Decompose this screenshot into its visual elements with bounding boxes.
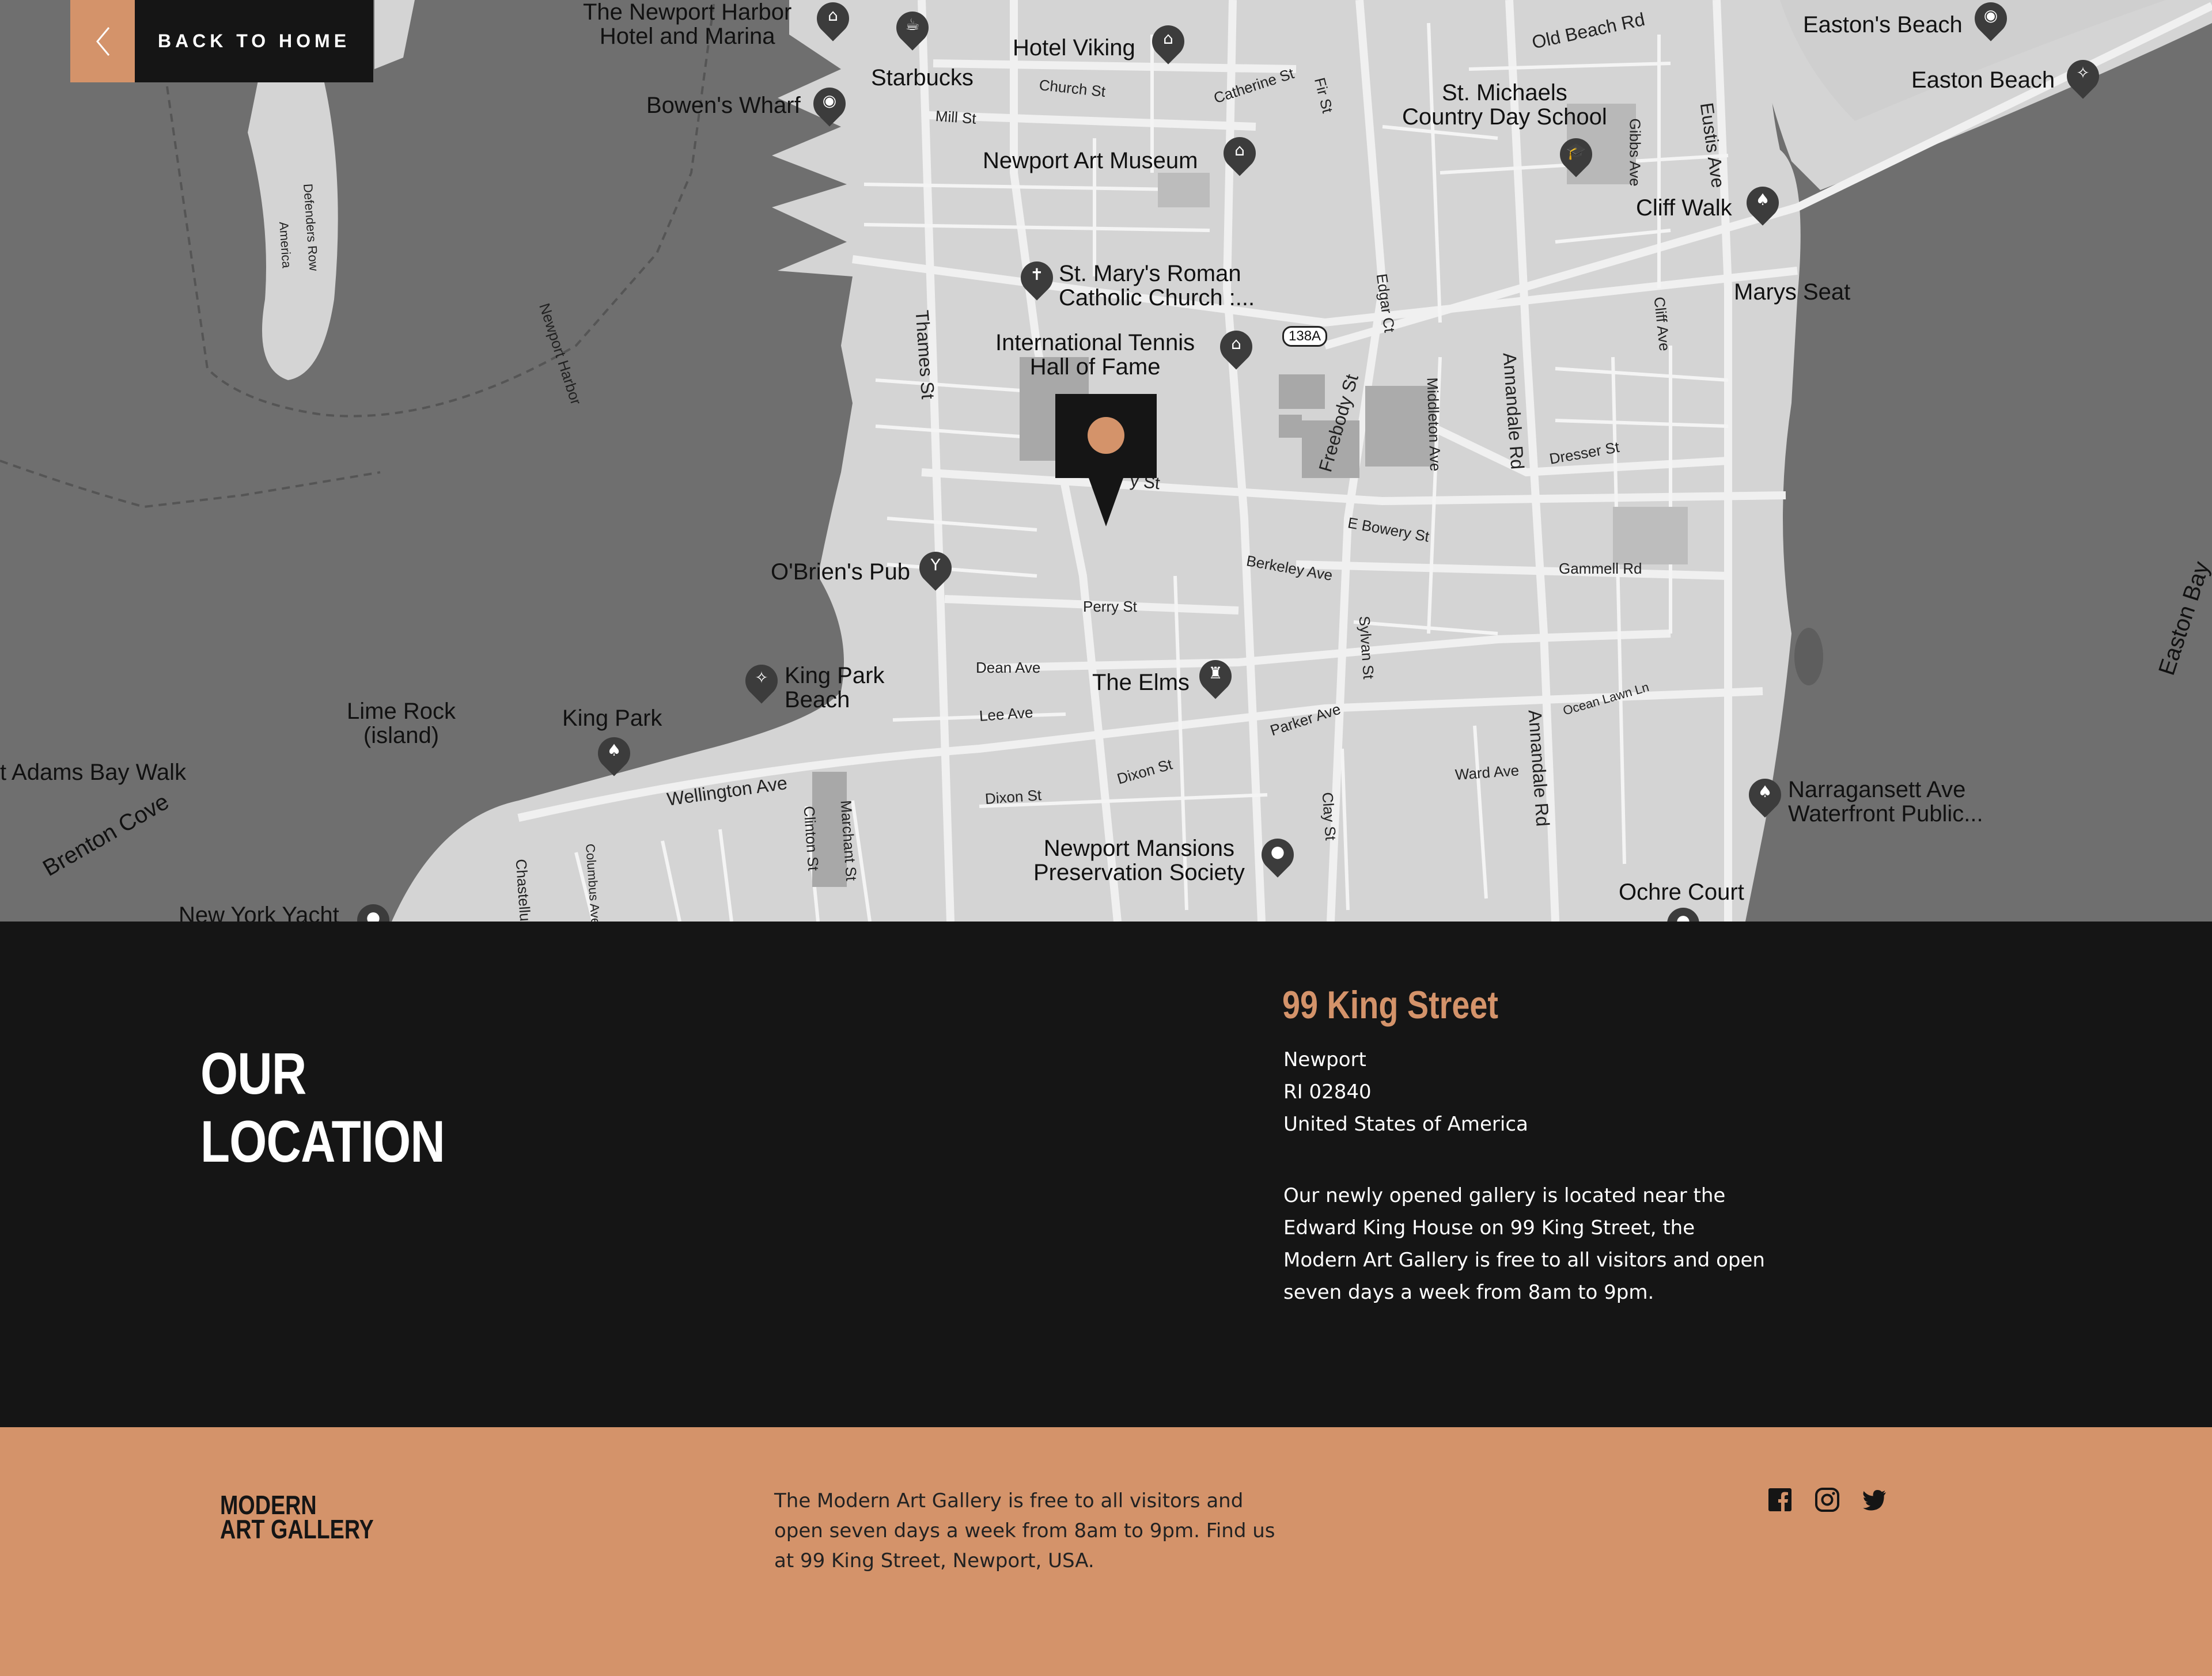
map-label-obriens-pub[interactable]: O'Brien's Pub — [771, 560, 910, 584]
instagram-icon[interactable] — [1815, 1487, 1840, 1512]
map-label-king-park-beach[interactable]: King Park Beach — [785, 663, 884, 712]
street-america: America — [276, 221, 294, 269]
street-gibbs: Gibbs Ave — [1626, 118, 1644, 187]
location-description: Our newly opened gallery is located near… — [1283, 1184, 1765, 1304]
site-footer: MODERN ART GALLERY The Modern Art Galler… — [0, 1427, 2212, 1676]
camera-pin-icon-2[interactable]: ◉ — [1968, 0, 2014, 44]
back-to-home-label: BACK TO HOME — [135, 0, 373, 82]
gallery-location-marker-icon[interactable] — [1055, 394, 1157, 526]
section-title: OUR LOCATION — [200, 1041, 445, 1174]
park-pin-icon-2[interactable]: ♠ — [591, 730, 637, 779]
map-label-mansions[interactable]: Newport Mansions Preservation Society — [1033, 836, 1245, 885]
address-country: United States of America — [1283, 1113, 1528, 1136]
social-links — [1767, 1487, 1887, 1512]
map-label-st-marys[interactable]: St. Mary's Roman Catholic Church :... — [1059, 261, 1255, 310]
map-label-ochre-court[interactable]: Ochre Court — [1619, 880, 1744, 904]
place-pin-icon-2[interactable]: ● — [1660, 901, 1706, 922]
castle-pin-icon[interactable]: ♜ — [1192, 653, 1238, 702]
map-label-easton-beach[interactable]: Easton Beach — [1911, 68, 2055, 92]
back-to-home-button[interactable]: BACK TO HOME — [70, 0, 373, 82]
map-label-bowens-wharf[interactable]: Bowen's Wharf — [646, 93, 801, 117]
museum-pin-icon[interactable]: ⌂ — [1217, 130, 1263, 179]
map-label-nyyc[interactable]: New York Yacht — [179, 903, 339, 922]
facebook-icon[interactable] — [1767, 1487, 1793, 1512]
map-label-tennis-hof[interactable]: International Tennis Hall of Fame — [995, 331, 1195, 379]
map-label-adams-bay-walk[interactable]: t Adams Bay Walk — [0, 760, 186, 784]
hotel-viking-pin-icon[interactable]: ⌂ — [1145, 18, 1191, 67]
street-perry: Perry St — [1083, 598, 1137, 615]
footer-logo[interactable]: MODERN ART GALLERY — [220, 1492, 374, 1542]
beach-pin-icon-2[interactable]: ✧ — [738, 658, 785, 706]
park-pin-icon-3[interactable]: ♠ — [1742, 772, 1788, 820]
address-city: Newport — [1283, 1048, 1366, 1071]
street-lee: Lee Ave — [978, 703, 1034, 725]
location-section: OUR LOCATION 99 King Street Newport RI 0… — [0, 922, 2212, 1427]
chevron-left-icon — [70, 0, 135, 82]
twitter-icon[interactable] — [1862, 1487, 1887, 1512]
street-mill: Mill St — [934, 107, 977, 127]
street-gammell: Gammell Rd — [1559, 560, 1642, 577]
map-label-hotel-viking[interactable]: Hotel Viking — [1013, 36, 1135, 60]
bar-pin-icon[interactable]: Y — [912, 545, 959, 593]
place-pin-icon[interactable]: ● — [1255, 832, 1301, 880]
park-pin-icon[interactable]: ♠ — [1740, 180, 1786, 228]
museum-pin-icon-2[interactable]: ⌂ — [1213, 324, 1259, 372]
street-clay: Clay St — [1319, 791, 1340, 841]
map-label-king-park[interactable]: King Park — [562, 706, 662, 730]
place-pin-icon-3[interactable]: ● — [350, 897, 396, 922]
map-label-narragansett[interactable]: Narragansett Ave Waterfront Public... — [1788, 778, 1983, 826]
street-middleton: Middleton Ave — [1423, 377, 1445, 472]
footer-description: The Modern Art Gallery is free to all vi… — [774, 1489, 1275, 1572]
hotel-pin-icon[interactable]: ⌂ — [810, 0, 856, 44]
map-label-the-elms[interactable]: The Elms — [1092, 670, 1190, 695]
map-label-cliff-walk[interactable]: Cliff Walk — [1636, 196, 1732, 220]
map-label-marys-seat[interactable]: Marys Seat — [1734, 280, 1850, 304]
address-state-zip: RI 02840 — [1283, 1080, 1372, 1104]
map-label-lime-rock[interactable]: Lime Rock (island) — [347, 699, 456, 748]
address-block: Newport RI 02840 United States of Americ… — [1283, 1044, 1528, 1140]
school-pin-icon[interactable]: 🎓 — [1553, 131, 1599, 180]
beach-pin-icon[interactable]: ✧ — [2060, 53, 2106, 101]
map-label-newport-harbor-hotel[interactable]: The Newport Harbor Hotel and Marina — [583, 0, 791, 48]
street-dean: Dean Ave — [976, 659, 1041, 676]
cafe-pin-icon[interactable]: ☕ — [889, 5, 935, 53]
map-label-art-museum[interactable]: Newport Art Museum — [983, 149, 1198, 173]
map-label-starbucks[interactable]: Starbucks — [871, 66, 974, 90]
map-label-st-michaels[interactable]: St. Michaels Country Day School — [1402, 81, 1607, 129]
church-pin-icon[interactable]: ✝ — [1014, 255, 1060, 303]
camera-pin-icon[interactable]: ◉ — [806, 81, 853, 129]
address-heading: 99 King Street — [1282, 983, 1498, 1027]
map-label-eastons-beach[interactable]: Easton's Beach — [1803, 13, 1963, 37]
route-138a-shield: 138A — [1282, 326, 1328, 347]
location-map[interactable]: The Newport Harbor Hotel and Marina Star… — [0, 0, 2212, 922]
